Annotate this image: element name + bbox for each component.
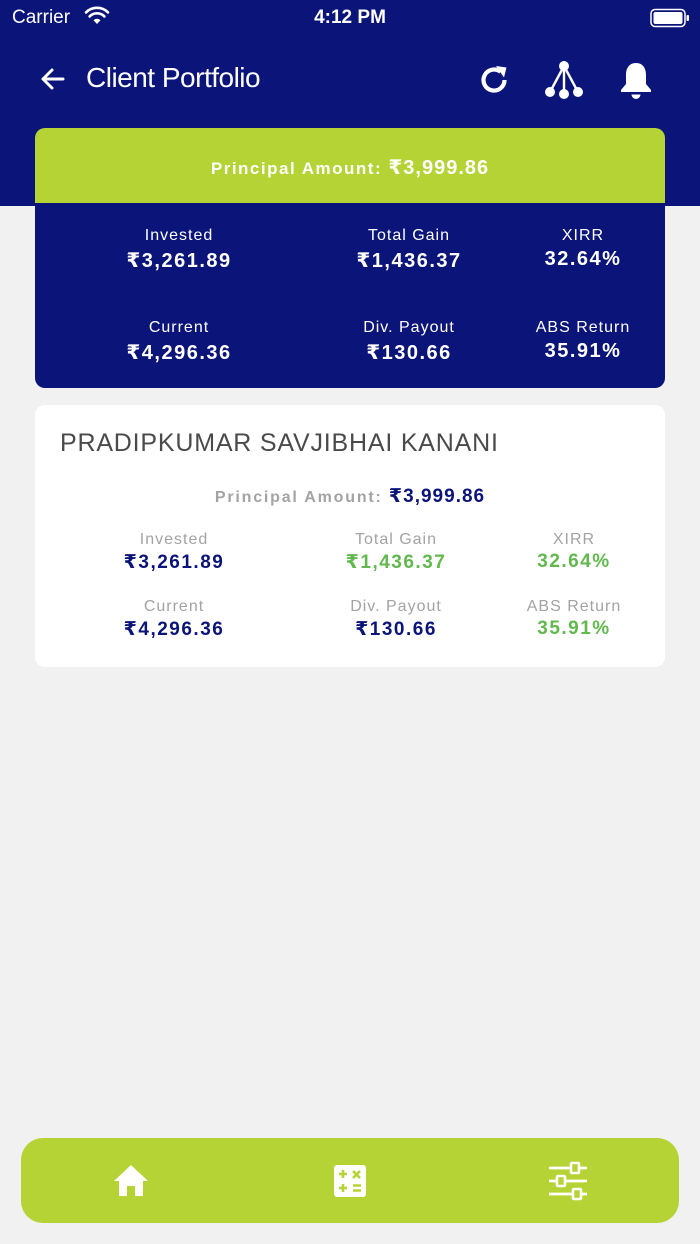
client-invested: Invested ₹3,261.89 (74, 531, 274, 574)
client-principal-value: ₹3,999.86 (388, 486, 486, 507)
status-time: 4:12 PM (314, 7, 386, 28)
client-div-payout-value: ₹130.66 (355, 619, 437, 640)
client-total-gain-label: Total Gain (354, 531, 438, 548)
current-value: ₹4,296.36 (126, 342, 232, 364)
client-total-gain-value: ₹1,436.37 (345, 552, 447, 573)
summary-div-payout: Div. Payout ₹130.66 (309, 319, 509, 365)
summary-invested: Invested ₹3,261.89 (79, 227, 279, 273)
xirr-value: 32.64% (544, 248, 622, 270)
client-name: PRADIPKUMAR SAVJIBHAI KANANI (60, 429, 499, 457)
client-xirr: XIRR 32.64% (504, 531, 644, 573)
div-payout-value: ₹130.66 (366, 342, 452, 364)
summary-current: Current ₹4,296.36 (79, 319, 279, 365)
client-current-value: ₹4,296.36 (123, 619, 225, 640)
total-gain-value: ₹1,436.37 (356, 250, 462, 272)
summary-abs-return: ABS Return 35.91% (513, 319, 653, 363)
client-principal-label: Principal Amount: (214, 489, 383, 506)
summary-total-gain: Total Gain ₹1,436.37 (309, 227, 509, 273)
bell-icon[interactable] (616, 60, 656, 100)
back-arrow-icon[interactable] (36, 62, 70, 96)
client-invested-value: ₹3,261.89 (123, 552, 225, 573)
client-card[interactable]: PRADIPKUMAR SAVJIBHAI KANANI Principal A… (35, 405, 665, 667)
invested-label: Invested (144, 227, 214, 244)
current-label: Current (148, 319, 210, 336)
client-div-payout: Div. Payout ₹130.66 (296, 598, 496, 641)
principal-amount-value: ₹3,999.86 (388, 157, 490, 179)
refresh-icon[interactable] (474, 60, 514, 100)
abs-return-value: 35.91% (544, 340, 622, 362)
total-gain-label: Total Gain (367, 227, 451, 244)
client-principal-amount: Principal Amount: ₹3,999.86 (35, 485, 665, 508)
navigation-bar: Client Portfolio (0, 50, 700, 110)
xirr-label: XIRR (561, 227, 605, 244)
page-title: Client Portfolio (86, 62, 261, 93)
calculator-icon[interactable] (329, 1160, 371, 1202)
client-abs-return-value: 35.91% (537, 618, 611, 639)
client-xirr-label: XIRR (552, 531, 596, 548)
client-xirr-value: 32.64% (537, 551, 611, 572)
status-bar: Carrier 4:12 PM (0, 0, 700, 36)
div-payout-label: Div. Payout (363, 319, 455, 336)
client-invested-label: Invested (139, 531, 209, 548)
client-current-label: Current (143, 598, 205, 615)
principal-amount-banner: Principal Amount: ₹3,999.86 (35, 128, 665, 203)
invested-value: ₹3,261.89 (126, 250, 232, 272)
client-abs-return: ABS Return 35.91% (504, 598, 644, 640)
sliders-icon[interactable] (547, 1160, 589, 1202)
network-icon[interactable] (544, 60, 584, 100)
client-div-payout-label: Div. Payout (350, 598, 442, 615)
client-total-gain: Total Gain ₹1,436.37 (296, 531, 496, 574)
battery-icon (650, 8, 689, 28)
principal-amount-label: Principal Amount: (210, 159, 383, 178)
portfolio-summary-card: Principal Amount: ₹3,999.86 Invested ₹3,… (35, 128, 665, 388)
client-abs-return-label: ABS Return (526, 598, 622, 615)
bottom-tab-bar (21, 1138, 679, 1223)
client-current: Current ₹4,296.36 (74, 598, 274, 641)
abs-return-label: ABS Return (535, 319, 631, 336)
home-icon[interactable] (110, 1160, 152, 1202)
summary-xirr: XIRR 32.64% (513, 227, 653, 271)
